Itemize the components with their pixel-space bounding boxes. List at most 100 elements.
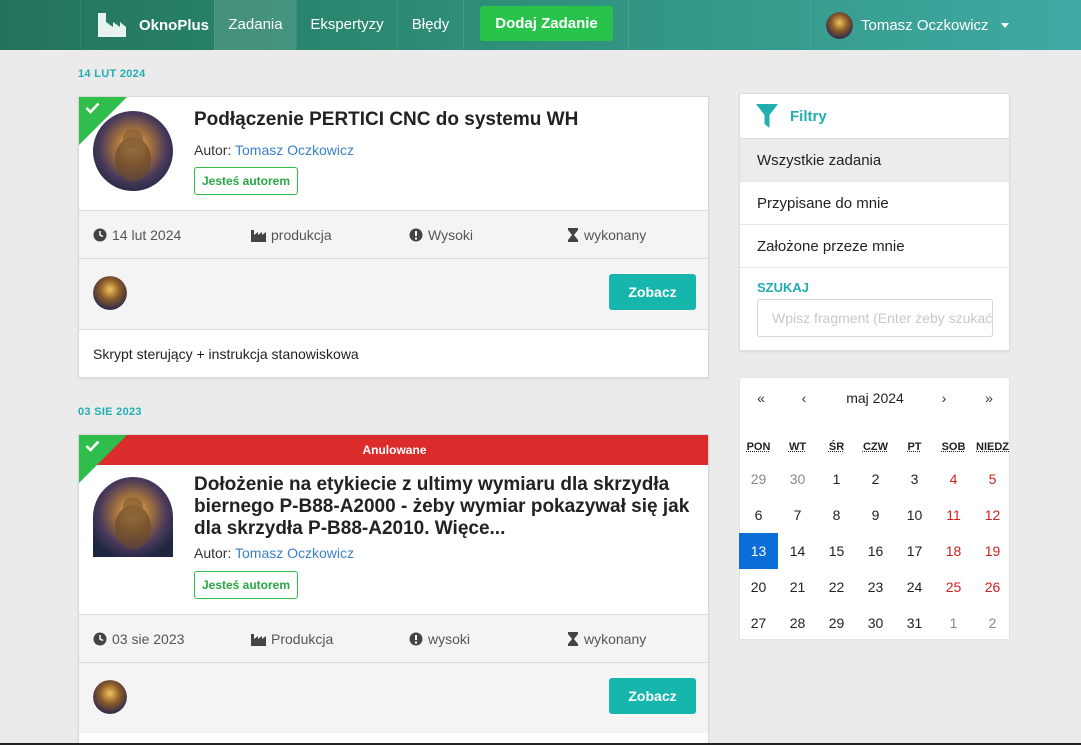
calendar-day[interactable]: 26 (973, 569, 1012, 605)
exclamation-circle-icon (409, 632, 423, 646)
calendar-month[interactable]: maj 2024 (820, 390, 930, 406)
calendar-day[interactable]: 9 (856, 497, 895, 533)
task-priority: wysoki (409, 615, 470, 663)
weekday-label: WT (778, 441, 817, 453)
calendar-day[interactable]: 18 (934, 533, 973, 569)
calendar-day[interactable]: 7 (778, 497, 817, 533)
calendar-day[interactable]: 10 (895, 497, 934, 533)
calendar-day[interactable]: 2 (973, 605, 1012, 641)
task-meta-row: 14 lut 2024 produkcja Wysoki wykonany (79, 210, 709, 259)
weekday-label: CZW (856, 441, 895, 453)
calendar-day[interactable]: 30 (778, 461, 817, 497)
next-year-button[interactable]: » (969, 390, 1009, 406)
author-label: Autor: (194, 545, 231, 561)
calendar-day[interactable]: 3 (895, 461, 934, 497)
task-date-text: 03 sie 2023 (112, 631, 184, 647)
calendar-day[interactable]: 15 (817, 533, 856, 569)
task-actions: Zobacz (79, 663, 709, 733)
calendar-day[interactable]: 29 (739, 461, 778, 497)
add-task-button[interactable]: Dodaj Zadanie (480, 6, 613, 41)
caret-down-icon (1001, 23, 1009, 28)
weekday-label: NIEDZ (973, 441, 1012, 453)
calendar-day[interactable]: 29 (817, 605, 856, 641)
nav-link-zadania[interactable]: Zadania (214, 0, 296, 50)
calendar-day[interactable]: 11 (934, 497, 973, 533)
nav-divider (463, 0, 464, 50)
task-status-text: wykonany (584, 631, 646, 647)
task-category: Produkcja (251, 615, 333, 663)
factory-logo-icon (97, 12, 127, 38)
filter-created-by-me[interactable]: Założone przeze mnie (740, 225, 1009, 268)
calendar-day[interactable]: 28 (778, 605, 817, 641)
calendar-day[interactable]: 13 (739, 533, 778, 569)
task-author: Autor: Tomasz Oczkowicz (194, 545, 354, 561)
hourglass-icon (567, 228, 579, 242)
filters-header: Filtry (740, 94, 1009, 139)
calendar-day[interactable]: 25 (934, 569, 973, 605)
task-date: 03 sie 2023 (93, 615, 184, 663)
user-name: Tomasz Oczkowicz (861, 17, 989, 34)
author-badge: Jesteś autorem (194, 167, 298, 195)
task-priority: Wysoki (409, 211, 473, 259)
task-category: produkcja (251, 211, 332, 259)
nav-divider (628, 0, 629, 50)
next-month-button[interactable]: › (924, 390, 964, 406)
calendar-day[interactable]: 6 (739, 497, 778, 533)
calendar-day[interactable]: 31 (895, 605, 934, 641)
prev-month-button[interactable]: ‹ (784, 390, 824, 406)
user-avatar (826, 12, 853, 39)
view-task-button[interactable]: Zobacz (609, 678, 696, 714)
task-title[interactable]: Dołożenie na etykiecie z ultimy wymiaru … (194, 474, 699, 540)
weekday-label: SOB (934, 441, 973, 453)
calendar-day[interactable]: 24 (895, 569, 934, 605)
calendar-day[interactable]: 17 (895, 533, 934, 569)
prev-year-button[interactable]: « (741, 390, 781, 406)
calendar-day[interactable]: 14 (778, 533, 817, 569)
task-date-text: 14 lut 2024 (112, 227, 181, 243)
calendar-day[interactable]: 23 (856, 569, 895, 605)
calendar-day[interactable]: 19 (973, 533, 1012, 569)
author-link[interactable]: Tomasz Oczkowicz (235, 142, 354, 158)
weekday-label: ŚR (817, 441, 856, 453)
task-date: 14 lut 2024 (93, 211, 181, 259)
user-menu[interactable]: Tomasz Oczkowicz (810, 0, 1081, 50)
task-title[interactable]: Podłączenie PERTICI CNC do systemu WH (194, 109, 699, 131)
calendar-day[interactable]: 4 (934, 461, 973, 497)
date-header: 14 LUT 2024 (78, 68, 146, 80)
author-badge: Jesteś autorem (194, 571, 298, 599)
calendar-day[interactable]: 16 (856, 533, 895, 569)
author-label: Autor: (194, 142, 231, 158)
calendar-day[interactable]: 5 (973, 461, 1012, 497)
nav-link-ekspertyzy[interactable]: Ekspertyzy (296, 0, 397, 50)
author-link[interactable]: Tomasz Oczkowicz (235, 545, 354, 561)
filter-assigned-to-me[interactable]: Przypisane do mnie (740, 182, 1009, 225)
calendar-day[interactable]: 1 (817, 461, 856, 497)
filter-all-tasks[interactable]: Wszystkie zadania (740, 139, 1009, 182)
industry-icon (251, 633, 266, 646)
check-icon (85, 440, 100, 452)
weekday-label: PON (739, 441, 778, 453)
exclamation-circle-icon (409, 228, 423, 242)
weekday-label: PT (895, 441, 934, 453)
calendar-day[interactable]: 27 (739, 605, 778, 641)
task-card: Anulowane Dołożenie na etykiecie z ultim… (78, 434, 709, 745)
calendar-day[interactable]: 1 (934, 605, 973, 641)
filters-title: Filtry (790, 108, 827, 125)
search-input[interactable]: Wpisz fragment (Enter żeby szukać) (757, 299, 993, 337)
calendar-day[interactable]: 2 (856, 461, 895, 497)
task-card: Podłączenie PERTICI CNC do systemu WH Au… (78, 96, 709, 378)
calendar-day[interactable]: 12 (973, 497, 1012, 533)
task-actions: Zobacz (79, 259, 709, 329)
calendar-day[interactable]: 30 (856, 605, 895, 641)
view-task-button[interactable]: Zobacz (609, 274, 696, 310)
task-priority-text: wysoki (428, 631, 470, 647)
calendar-day[interactable]: 21 (778, 569, 817, 605)
calendar-day[interactable]: 22 (817, 569, 856, 605)
calendar-day[interactable]: 20 (739, 569, 778, 605)
brand-link[interactable]: OknoPlus (80, 0, 214, 50)
assignee-avatar (93, 276, 127, 310)
nav-link-bledy[interactable]: Błędy (397, 0, 463, 50)
task-author: Autor: Tomasz Oczkowicz (194, 142, 354, 158)
filters-panel: Filtry Wszystkie zadania Przypisane do m… (739, 93, 1010, 351)
calendar-day[interactable]: 8 (817, 497, 856, 533)
